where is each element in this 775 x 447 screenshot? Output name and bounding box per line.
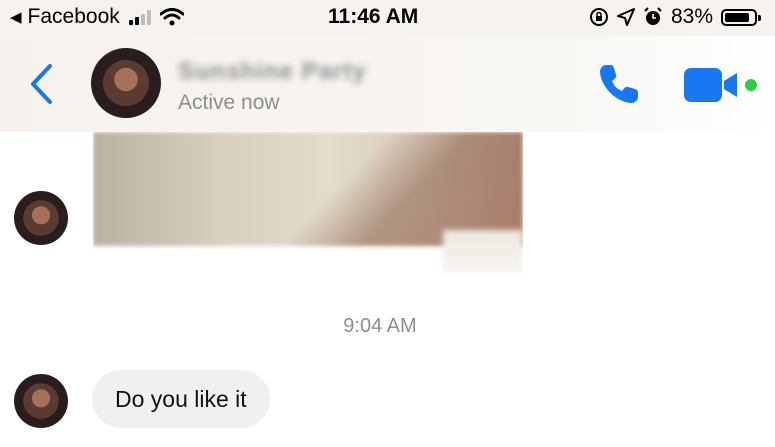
message-avatar[interactable] [14,374,68,428]
battery-percent: 83% [670,5,713,28]
active-status: Active now [178,91,280,114]
photo-message[interactable] [93,132,523,278]
chat-header: Sunshine Party Active now [0,36,775,132]
back-triangle-icon: ◀ [10,9,22,26]
message-avatar[interactable] [14,191,68,245]
contact-avatar[interactable] [91,48,161,118]
online-indicator [745,79,757,91]
status-right: 83% [589,5,761,29]
battery-icon [721,8,761,26]
wifi-icon [159,8,184,26]
back-app-label: Facebook [27,5,120,28]
photo-attachment [93,132,523,246]
contact-name[interactable]: Sunshine Party [178,58,367,86]
back-chevron-icon[interactable] [28,63,54,105]
message-text: Do you like it [115,385,247,412]
phone-icon[interactable] [596,61,642,107]
video-camera-icon[interactable] [684,68,738,102]
message-timestamp: 9:04 AM [343,315,417,337]
status-bar: ◀ Facebook 11:46 AM 83% [0,0,775,36]
message-bubble[interactable]: Do you like it [92,370,270,428]
orientation-lock-icon [589,8,608,26]
photo-attachment-edge [443,230,523,274]
back-to-app[interactable]: ◀ Facebook [10,5,184,29]
alarm-icon [644,7,662,25]
status-time: 11:46 AM [328,5,419,28]
signal-icon [128,9,151,25]
location-icon [616,8,635,26]
